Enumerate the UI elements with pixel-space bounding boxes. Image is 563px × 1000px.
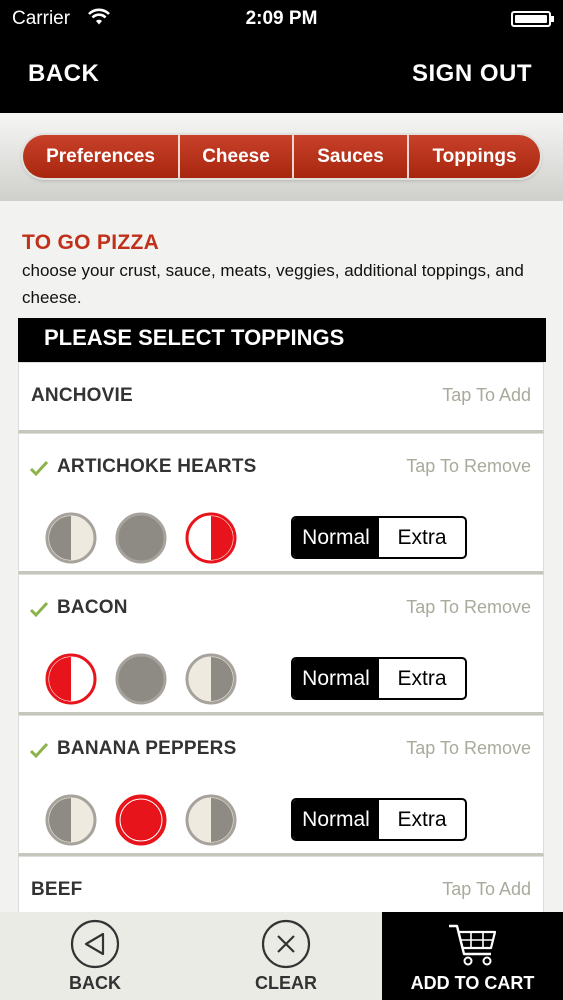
left-half-portion-icon[interactable] — [45, 794, 97, 846]
topping-name: BACON — [57, 597, 128, 618]
add-to-cart-button[interactable]: ADD TO CART — [382, 912, 563, 1000]
left-half-portion-icon[interactable] — [45, 653, 97, 705]
list-item[interactable]: ARTICHOKE HEARTS Tap To Remove Normal Ex… — [18, 433, 544, 574]
close-circle-icon — [261, 919, 311, 969]
back-arrow-circle-icon — [70, 919, 120, 969]
topping-name: BEEF — [31, 879, 83, 900]
extra-option[interactable]: Extra — [379, 800, 465, 839]
clear-button[interactable]: CLEAR — [190, 912, 382, 1000]
back-button[interactable]: BACK — [28, 60, 99, 88]
status-bar: Carrier 2:09 PM — [0, 0, 563, 38]
normal-option[interactable]: Normal — [293, 659, 379, 698]
topping-name: BANANA PEPPERS — [57, 738, 237, 759]
tab-sauces[interactable]: Sauces — [294, 135, 409, 178]
pizza-description: choose your crust, sauce, meats, veggies… — [22, 261, 524, 307]
add-to-cart-label: ADD TO CART — [410, 973, 535, 993]
amount-toggle: Normal Extra — [291, 516, 467, 559]
portion-selector — [45, 512, 245, 566]
clock: 2:09 PM — [245, 8, 318, 29]
topping-name: ANCHOVIE — [31, 385, 133, 406]
pizza-title: TO GO PIZZA — [22, 231, 160, 254]
list-heading: PLEASE SELECT TOPPINGS — [18, 318, 546, 362]
amount-toggle: Normal Extra — [291, 657, 467, 700]
topping-name: ARTICHOKE HEARTS — [57, 456, 257, 477]
checkmark-icon — [29, 460, 49, 477]
normal-option[interactable]: Normal — [293, 518, 379, 557]
list-item[interactable]: ANCHOVIE Tap To Add — [18, 362, 544, 433]
tap-to-remove-button[interactable]: Tap To Remove — [406, 597, 531, 618]
list-item[interactable]: BANANA PEPPERS Tap To Remove Normal Extr… — [18, 715, 544, 856]
tap-to-add-button[interactable]: Tap To Add — [442, 879, 531, 900]
navigation-bar: BACK SIGN OUT — [0, 38, 563, 113]
left-half-portion-icon[interactable] — [45, 512, 97, 564]
segmented-tabs: Preferences Cheese Sauces Toppings — [23, 135, 540, 178]
toolbar-back-label: BACK — [69, 973, 121, 993]
checkmark-icon — [29, 601, 49, 618]
pizza-header: TO GO PIZZA choose your crust, sauce, me… — [22, 231, 542, 311]
extra-option[interactable]: Extra — [379, 518, 465, 557]
tap-to-remove-button[interactable]: Tap To Remove — [406, 738, 531, 759]
whole-portion-icon[interactable] — [115, 512, 167, 564]
checkmark-icon — [29, 742, 49, 759]
sign-out-button[interactable]: SIGN OUT — [412, 60, 532, 88]
tab-cheese[interactable]: Cheese — [180, 135, 294, 178]
right-half-portion-icon[interactable] — [185, 512, 237, 564]
list-item[interactable]: BACON Tap To Remove Normal Extra — [18, 574, 544, 715]
normal-option[interactable]: Normal — [293, 800, 379, 839]
portion-selector — [45, 653, 245, 707]
bottom-toolbar: BACK CLEAR ADD TO CART — [0, 912, 563, 1000]
amount-toggle: Normal Extra — [291, 798, 467, 841]
tab-strip: Preferences Cheese Sauces Toppings — [0, 113, 563, 201]
tab-preferences[interactable]: Preferences — [23, 135, 180, 178]
tab-toppings[interactable]: Toppings — [409, 135, 540, 178]
right-half-portion-icon[interactable] — [185, 794, 237, 846]
list-item[interactable]: BEEF Tap To Add — [18, 856, 544, 916]
toolbar-back-button[interactable]: BACK — [0, 912, 190, 1000]
tap-to-remove-button[interactable]: Tap To Remove — [406, 456, 531, 477]
whole-portion-icon[interactable] — [115, 653, 167, 705]
extra-option[interactable]: Extra — [379, 659, 465, 698]
shopping-cart-icon — [448, 924, 496, 966]
clear-label: CLEAR — [255, 973, 317, 993]
whole-portion-icon[interactable] — [115, 794, 167, 846]
battery-icon — [511, 11, 554, 27]
right-half-portion-icon[interactable] — [185, 653, 237, 705]
portion-selector — [45, 794, 245, 848]
tap-to-add-button[interactable]: Tap To Add — [442, 385, 531, 406]
toppings-list: PLEASE SELECT TOPPINGS ANCHOVIE Tap To A… — [18, 318, 546, 916]
